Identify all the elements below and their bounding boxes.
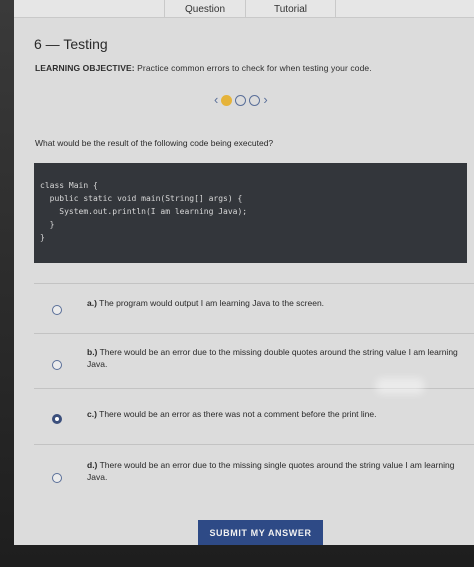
option-text-c: c.) There would be an error as there was…: [87, 408, 472, 420]
top-tab-bar: Question Tutorial: [14, 0, 474, 18]
option-label: The program would output I am learning J…: [99, 298, 325, 308]
radio-button-a[interactable]: [52, 305, 62, 315]
option-label: There would be an error due to the missi…: [87, 347, 458, 369]
code-line: System.out.println(I am learning Java);: [40, 207, 248, 216]
pager-dot-2[interactable]: [235, 94, 247, 106]
option-letter: d.): [87, 460, 98, 470]
option-letter: c.): [87, 409, 97, 419]
radio-button-b[interactable]: [52, 360, 62, 370]
code-line: class Main {: [40, 181, 98, 190]
question-pager: ‹ ›: [214, 92, 268, 108]
option-label: There would be an error as there was not…: [99, 409, 377, 419]
code-line: }: [40, 220, 55, 229]
code-block: class Main { public static void main(Str…: [34, 163, 467, 263]
objective-text: Practice common errors to check for when…: [137, 63, 372, 73]
option-letter: b.): [87, 347, 98, 357]
option-text-d: d.) There would be an error due to the m…: [87, 459, 472, 483]
next-arrow-icon[interactable]: ›: [263, 92, 267, 108]
radio-button-c-selected[interactable]: [52, 414, 62, 424]
pager-dot-1[interactable]: [221, 94, 233, 106]
answer-option-c[interactable]: c.) There would be an error as there was…: [34, 388, 474, 444]
page-title: 6 — Testing: [34, 36, 108, 52]
option-letter: a.): [87, 298, 97, 308]
question-prompt: What would be the result of the followin…: [35, 138, 274, 148]
tab-tutorial[interactable]: Tutorial: [246, 0, 336, 18]
code-line: }: [40, 233, 45, 242]
option-text-b: b.) There would be an error due to the m…: [87, 346, 472, 370]
answer-option-d[interactable]: d.) There would be an error due to the m…: [34, 444, 474, 506]
option-label: There would be an error due to the missi…: [87, 460, 455, 482]
tab-question[interactable]: Question: [164, 0, 246, 18]
code-line: public static void main(String[] args) {: [40, 194, 243, 203]
answer-option-a[interactable]: a.) The program would output I am learni…: [34, 283, 474, 333]
screen: Question Tutorial 6 — Testing LEARNING O…: [14, 0, 474, 545]
screen-glare: [376, 378, 424, 394]
radio-button-d[interactable]: [52, 473, 62, 483]
pager-dot-3[interactable]: [249, 94, 261, 106]
objective-label: LEARNING OBJECTIVE:: [35, 63, 135, 73]
submit-answer-button[interactable]: SUBMIT MY ANSWER: [198, 520, 323, 545]
learning-objective: LEARNING OBJECTIVE: Practice common erro…: [35, 63, 372, 73]
option-text-a: a.) The program would output I am learni…: [87, 297, 472, 309]
prev-arrow-icon[interactable]: ‹: [214, 92, 218, 108]
